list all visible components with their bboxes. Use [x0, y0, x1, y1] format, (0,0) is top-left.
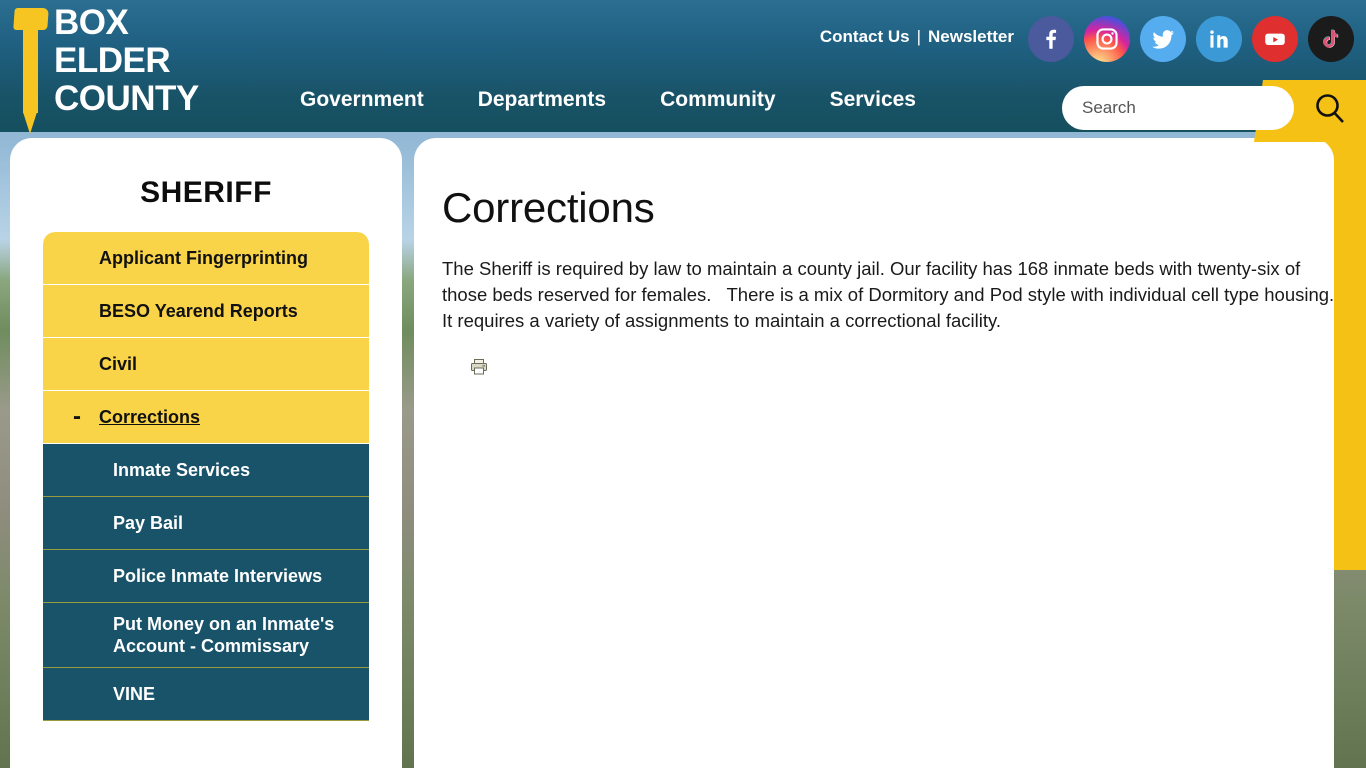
main-navigation: Government Departments Community Service…: [300, 88, 916, 112]
tiktok-icon[interactable]: [1308, 16, 1354, 62]
youtube-icon[interactable]: [1252, 16, 1298, 62]
magnifier-icon: [1312, 94, 1348, 129]
social-links: [1028, 16, 1354, 62]
sidebar-item-corrections[interactable]: - Corrections: [43, 391, 369, 444]
page-root: BOX ELDER COUNTY Contact Us | Newsletter: [0, 0, 1366, 768]
sidebar-item-inmate-services[interactable]: Inmate Services: [43, 444, 369, 497]
collapse-minus-icon[interactable]: -: [57, 405, 99, 429]
logo-line-1: BOX: [54, 3, 129, 42]
facebook-icon[interactable]: [1028, 16, 1074, 62]
nav-item-community[interactable]: Community: [660, 88, 776, 112]
twitter-icon[interactable]: [1140, 16, 1186, 62]
sidebar-menu: Applicant Fingerprinting BESO Yearend Re…: [43, 232, 369, 721]
site-logo[interactable]: BOX ELDER COUNTY: [8, 4, 199, 134]
print-row: [442, 358, 1334, 376]
printer-icon: [470, 358, 1334, 376]
sidebar-item-label: Civil: [99, 353, 138, 374]
instagram-icon[interactable]: [1084, 16, 1130, 62]
linkedin-icon[interactable]: [1196, 16, 1242, 62]
search-input[interactable]: [1062, 86, 1294, 130]
logo-wordmark: BOX ELDER COUNTY: [54, 4, 199, 118]
search-button[interactable]: [1312, 90, 1348, 126]
sidebar-item-label: BESO Yearend Reports: [99, 300, 298, 321]
sidebar-item-label: Inmate Services: [113, 460, 251, 480]
sidebar-item-label: Police Inmate Interviews: [113, 566, 323, 586]
utility-links: Contact Us | Newsletter: [820, 27, 1014, 47]
contact-us-link[interactable]: Contact Us: [820, 27, 910, 46]
sidebar-item-label: Applicant Fingerprinting: [99, 247, 308, 268]
sidebar-item-label: Pay Bail: [113, 513, 184, 533]
sidebar-title: SHERIFF: [140, 176, 272, 209]
nav-item-government[interactable]: Government: [300, 88, 424, 112]
sidebar-item-applicant-fingerprinting[interactable]: Applicant Fingerprinting: [43, 232, 369, 285]
search-area: [1060, 80, 1366, 142]
nav-item-services[interactable]: Services: [830, 88, 916, 112]
print-button[interactable]: [470, 358, 1334, 376]
sidebar-item-label: Corrections: [99, 406, 201, 427]
logo-line-3: COUNTY: [54, 79, 199, 118]
sidebar-panel: SHERIFF Applicant Fingerprinting BESO Ye…: [10, 138, 402, 768]
sidebar-item-beso-yearend-reports[interactable]: BESO Yearend Reports: [43, 285, 369, 338]
sidebar-item-pay-bail[interactable]: Pay Bail: [43, 497, 369, 550]
site-header: BOX ELDER COUNTY Contact Us | Newsletter: [0, 0, 1366, 142]
sidebar-item-police-inmate-interviews[interactable]: Police Inmate Interviews: [43, 550, 369, 603]
sidebar-item-civil[interactable]: Civil: [43, 338, 369, 391]
sidebar-item-put-money-on-inmate-account-commissary[interactable]: Put Money on an Inmate's Account - Commi…: [43, 603, 369, 668]
page-title: Corrections: [442, 184, 655, 231]
logo-line-2: ELDER: [54, 41, 171, 80]
sidebar-item-vine[interactable]: VINE: [43, 668, 369, 721]
utility-links-separator: |: [916, 27, 922, 46]
railroad-spike-icon: [8, 4, 50, 134]
sidebar-item-label: VINE: [113, 684, 156, 704]
newsletter-link[interactable]: Newsletter: [928, 27, 1014, 46]
page-body-text: The Sheriff is required by law to mainta…: [442, 258, 1334, 332]
nav-item-departments[interactable]: Departments: [478, 88, 606, 112]
content-panel: Corrections The Sheriff is required by l…: [414, 138, 1334, 768]
sidebar-item-label: Put Money on an Inmate's Account - Commi…: [113, 614, 335, 656]
